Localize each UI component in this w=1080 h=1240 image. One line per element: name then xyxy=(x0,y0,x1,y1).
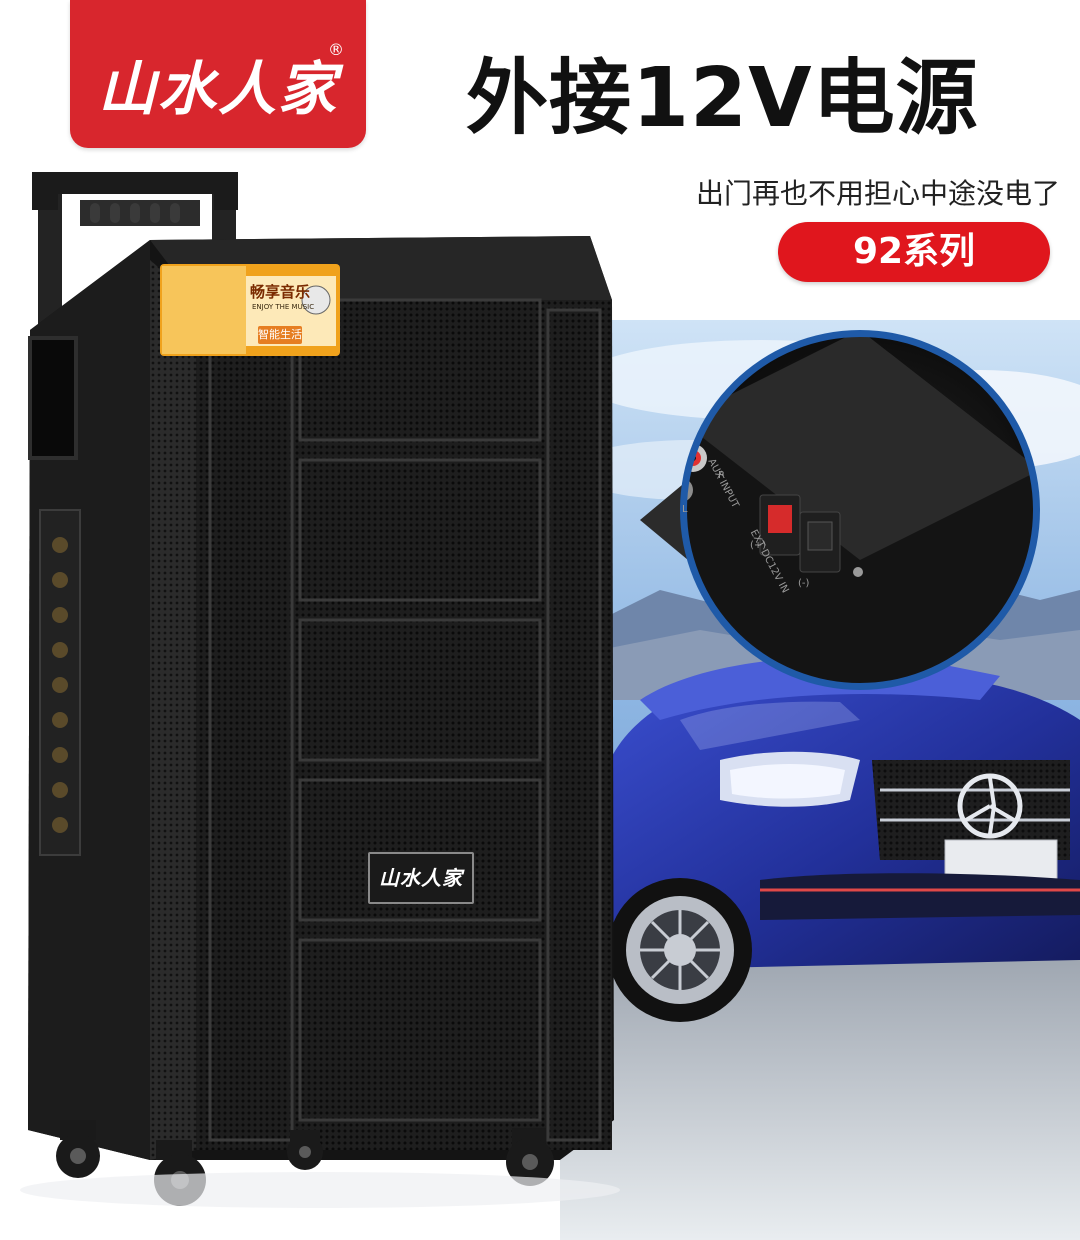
brand-logo: 山水人家 xyxy=(97,55,338,123)
subheadline: 出门再也不用担心中途没电了 xyxy=(695,177,1060,210)
speaker-logo-plate: 山水人家 xyxy=(368,852,474,904)
series-badge: 92系列 xyxy=(778,222,1050,282)
sticker-title: 畅享音乐 xyxy=(250,283,311,301)
sticker-badge: 智能生活 xyxy=(258,326,302,344)
product-ad: AUX INPUT EXT DC12V IN (+) (-) R L 畅享音乐 … xyxy=(0,0,1080,1240)
inset-label-minus: (-) xyxy=(798,578,810,589)
speaker-cabinet xyxy=(28,236,614,1160)
sticker-subtitle: ENJOY THE MUSIC xyxy=(252,303,315,311)
inset-label-l: L xyxy=(682,504,688,515)
inset-label-plus: (+) xyxy=(750,540,767,551)
registered-mark: ® xyxy=(328,40,344,59)
brand-logo-badge: 山水人家 xyxy=(70,0,366,148)
inset-label-r: R xyxy=(718,470,725,481)
headline: 外接12V电源 xyxy=(466,51,979,146)
